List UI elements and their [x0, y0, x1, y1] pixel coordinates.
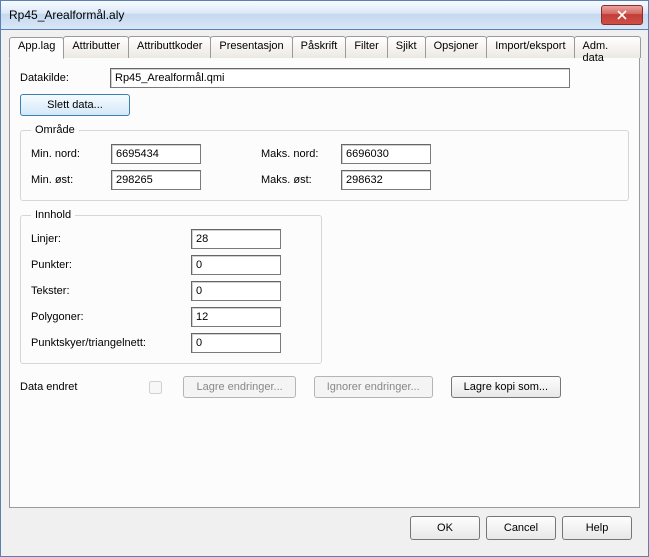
omrade-grid: Min. nord: Maks. nord: Min. øst: Maks. ø… [31, 144, 618, 190]
datakilde-input[interactable] [110, 68, 570, 88]
tab-import-eksport[interactable]: Import/eksport [486, 36, 574, 58]
data-endret-label: Data endret [20, 381, 77, 393]
omrade-group: Område Min. nord: Maks. nord: Min. øst: … [20, 124, 629, 201]
linjer-input[interactable] [191, 229, 281, 249]
tekster-input[interactable] [191, 281, 281, 301]
help-button[interactable]: Help [562, 516, 632, 540]
polygoner-label: Polygoner: [31, 311, 191, 323]
innhold-legend: Innhold [31, 209, 75, 221]
tekster-label: Tekster: [31, 285, 191, 297]
min-ost-label: Min. øst: [31, 174, 111, 186]
punkter-label: Punkter: [31, 259, 191, 271]
tab-opsjoner[interactable]: Opsjoner [425, 36, 488, 58]
tab-adm-data[interactable]: Adm. data [574, 36, 641, 58]
tab-presentasjon[interactable]: Presentasjon [210, 36, 292, 58]
maks-ost-input[interactable] [341, 170, 431, 190]
close-button[interactable] [601, 5, 643, 25]
punkter-input[interactable] [191, 255, 281, 275]
ok-button[interactable]: OK [410, 516, 480, 540]
maks-nord-input[interactable] [341, 144, 431, 164]
tab-attributter[interactable]: Attributter [63, 36, 129, 58]
slett-data-button[interactable]: Slett data... [20, 94, 130, 116]
tab-sjikt[interactable]: Sjikt [387, 36, 426, 58]
innhold-grid: Linjer: Punkter: Tekster: Polygoner: Pun… [31, 229, 311, 353]
datakilde-label: Datakilde: [20, 72, 110, 84]
ignorer-endringer-button: Ignorer endringer... [314, 376, 433, 398]
lagre-endringer-button: Lagre endringer... [183, 376, 295, 398]
dialog-window: Rp45_Arealformål.aly App.lag Attributter… [0, 0, 649, 557]
min-ost-input[interactable] [111, 170, 201, 190]
omrade-legend: Område [31, 124, 79, 136]
titlebar: Rp45_Arealformål.aly [1, 1, 648, 30]
tab-page-app-lag: Datakilde: Slett data... Område Min. nor… [9, 57, 640, 508]
data-endret-row: Data endret Lagre endringer... Ignorer e… [20, 376, 629, 398]
window-title: Rp45_Arealformål.aly [9, 8, 124, 22]
tab-attributtkoder[interactable]: Attributtkoder [128, 36, 211, 58]
datakilde-row: Datakilde: [20, 68, 629, 88]
close-icon [617, 10, 627, 20]
min-nord-label: Min. nord: [31, 148, 111, 160]
innhold-group: Innhold Linjer: Punkter: Tekster: Polygo… [20, 209, 322, 364]
linjer-label: Linjer: [31, 233, 191, 245]
punktskyer-input[interactable] [191, 333, 281, 353]
client-area: App.lag Attributter Attributtkoder Prese… [1, 30, 648, 556]
tab-app-lag[interactable]: App.lag [9, 37, 64, 59]
lagre-kopi-som-button[interactable]: Lagre kopi som... [451, 376, 561, 398]
min-nord-input[interactable] [111, 144, 201, 164]
maks-ost-label: Maks. øst: [261, 174, 341, 186]
data-endret-checkbox [149, 381, 162, 394]
tab-paskrift[interactable]: Påskrift [292, 36, 347, 58]
tabstrip: App.lag Attributter Attributtkoder Prese… [9, 36, 640, 58]
tab-filter[interactable]: Filter [345, 36, 387, 58]
cancel-button[interactable]: Cancel [486, 516, 556, 540]
punktskyer-label: Punktskyer/triangelnett: [31, 337, 191, 349]
polygoner-input[interactable] [191, 307, 281, 327]
dialog-button-bar: OK Cancel Help [9, 508, 640, 548]
maks-nord-label: Maks. nord: [261, 148, 341, 160]
slett-data-row: Slett data... [20, 94, 629, 116]
